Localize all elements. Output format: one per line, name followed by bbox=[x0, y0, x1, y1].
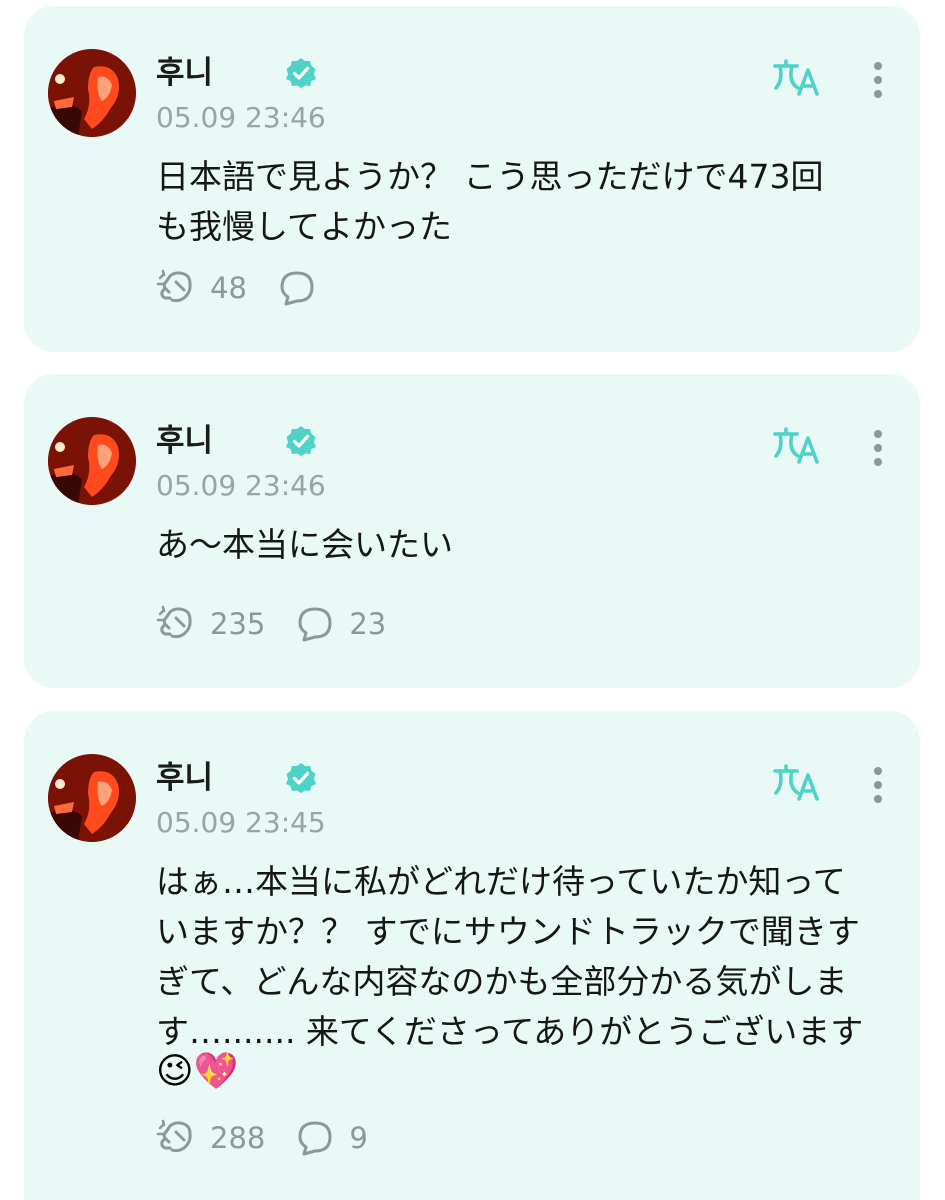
post-actions: 48 bbox=[156, 268, 361, 308]
avatar[interactable] bbox=[48, 754, 136, 842]
comment-button[interactable] bbox=[277, 268, 331, 308]
post-text: 日本語で見ようか？ こう思っただけで473回 も我慢してよかった bbox=[156, 157, 824, 246]
comment-button[interactable]: 9 bbox=[295, 1118, 368, 1158]
cheer-count: 288 bbox=[210, 1121, 266, 1155]
translate-icon[interactable] bbox=[772, 763, 824, 803]
comment-bubble-icon bbox=[280, 271, 314, 306]
comment-button[interactable]: 23 bbox=[295, 604, 386, 644]
author-name[interactable]: 후니 bbox=[156, 55, 213, 91]
comment-bubble-icon bbox=[298, 1121, 332, 1156]
more-vertical-icon[interactable] bbox=[864, 60, 892, 100]
post-card[interactable]: 후니 05.09 23:45 はぁ…本当に私がどれだけ待っていたか知って います… bbox=[24, 711, 920, 1200]
post-actions: 288 9 bbox=[156, 1118, 398, 1158]
post-emoji: 😉💖 bbox=[156, 1051, 239, 1092]
post-timestamp: 05.09 23:46 bbox=[156, 469, 326, 502]
cheer-hand-icon bbox=[156, 605, 192, 639]
verified-badge-icon bbox=[286, 763, 316, 793]
cheer-button[interactable]: 48 bbox=[156, 268, 247, 308]
post-text: あ～本当に会いたい bbox=[156, 525, 453, 564]
translate-icon[interactable] bbox=[772, 426, 824, 466]
more-vertical-icon[interactable] bbox=[864, 428, 892, 468]
cheer-count: 235 bbox=[210, 607, 266, 641]
comment-count: 9 bbox=[349, 1121, 368, 1155]
post-timestamp: 05.09 23:46 bbox=[156, 101, 326, 134]
post-card[interactable]: 후니 05.09 23:46 あ～本当に会いたい 235 23 bbox=[24, 374, 920, 688]
post-text: はぁ…本当に私がどれだけ待っていたか知って いますか？？ すでにサウンドトラック… bbox=[156, 862, 864, 1051]
comment-bubble-icon bbox=[298, 607, 332, 642]
verified-badge-icon bbox=[286, 426, 316, 456]
post-actions: 235 23 bbox=[156, 604, 416, 644]
cheer-hand-icon bbox=[156, 269, 192, 303]
post-timestamp: 05.09 23:45 bbox=[156, 806, 326, 839]
cheer-count: 48 bbox=[210, 271, 247, 305]
author-name[interactable]: 후니 bbox=[156, 760, 213, 796]
cheer-button[interactable]: 288 bbox=[156, 1118, 265, 1158]
cheer-button[interactable]: 235 bbox=[156, 604, 265, 644]
post-card[interactable]: 후니 05.09 23:46 日本語で見ようか？ こう思っただけで473回 も我… bbox=[24, 6, 920, 352]
verified-badge-icon bbox=[286, 58, 316, 88]
cheer-hand-icon bbox=[156, 1119, 192, 1153]
comment-count: 23 bbox=[349, 607, 387, 641]
post-feed: 후니 05.09 23:46 日本語で見ようか？ こう思っただけで473回 も我… bbox=[0, 0, 945, 1200]
more-vertical-icon[interactable] bbox=[864, 765, 892, 805]
avatar[interactable] bbox=[48, 417, 136, 505]
author-name[interactable]: 후니 bbox=[156, 423, 213, 459]
translate-icon[interactable] bbox=[772, 58, 824, 98]
avatar[interactable] bbox=[48, 49, 136, 137]
